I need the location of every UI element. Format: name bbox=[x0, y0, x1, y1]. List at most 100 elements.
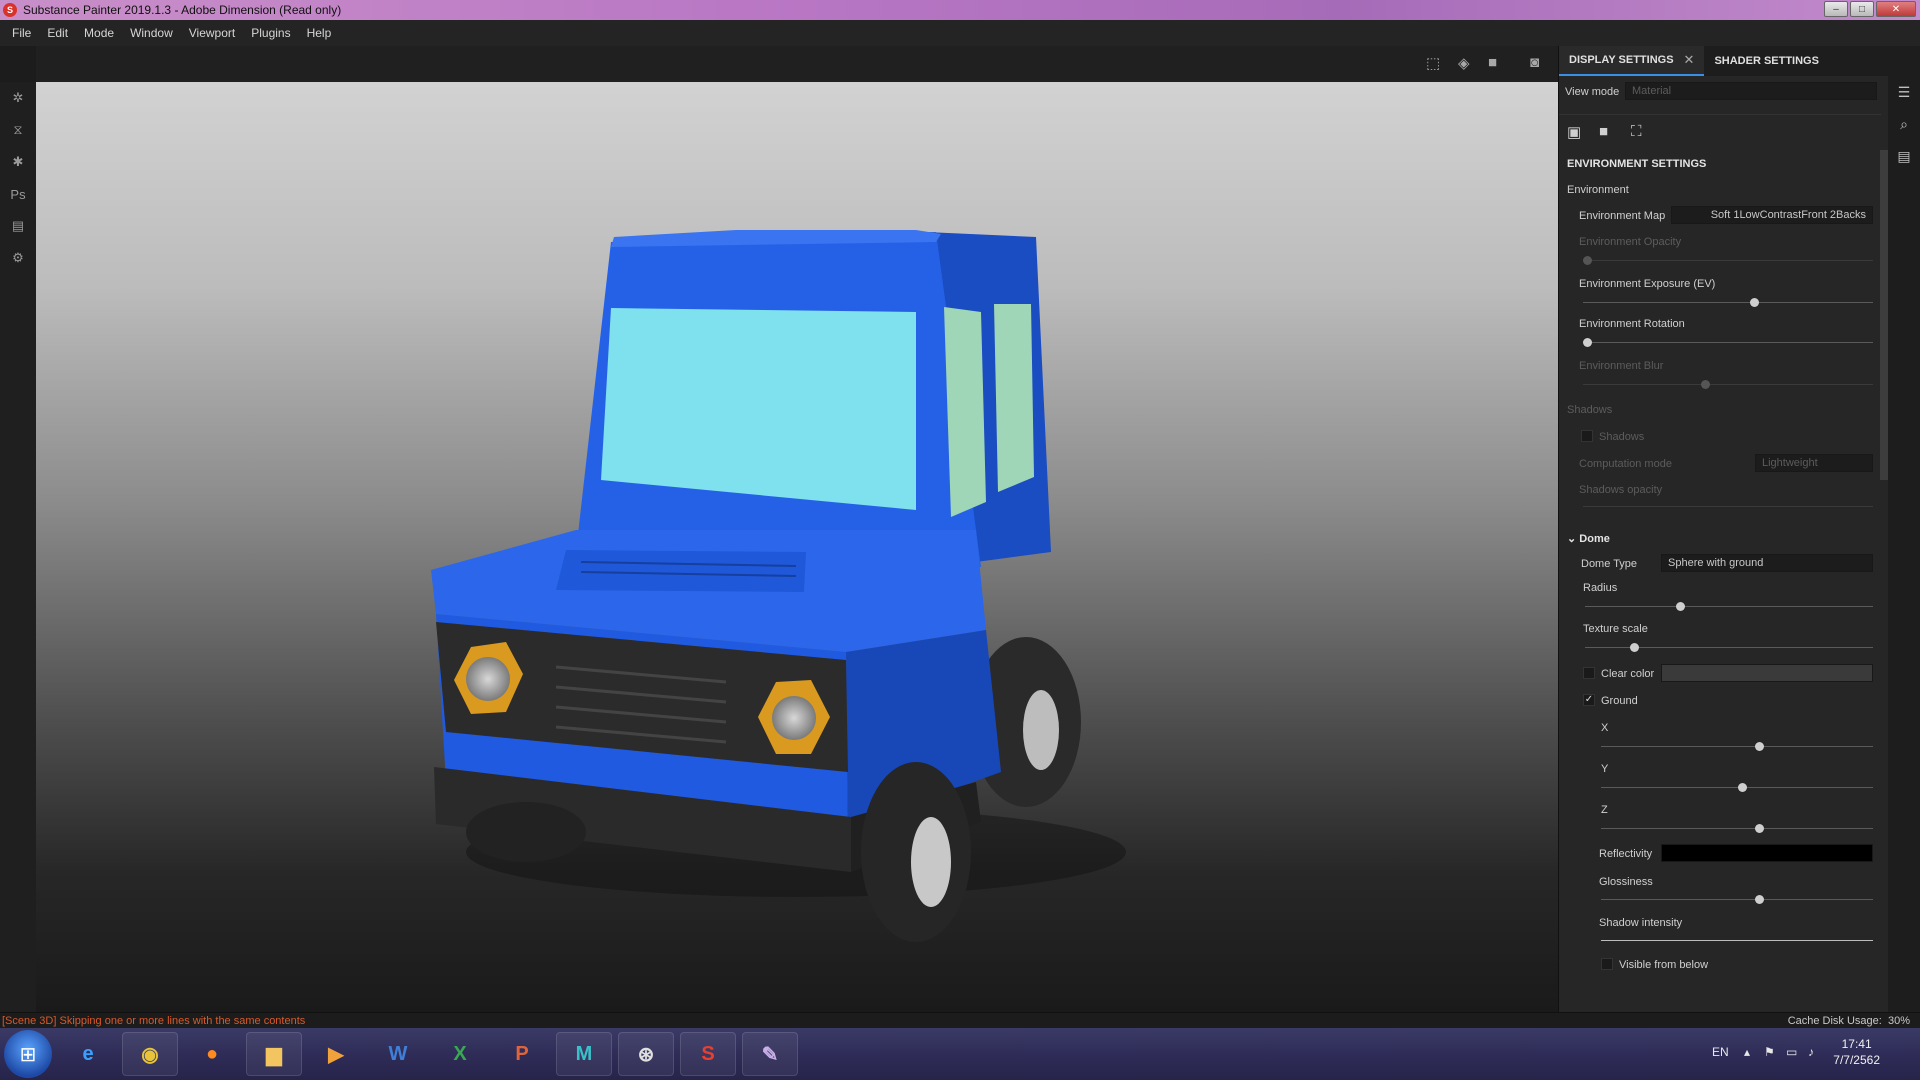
shadows-opacity-slider[interactable] bbox=[1583, 506, 1873, 507]
maximize-button[interactable]: □ bbox=[1850, 1, 1874, 17]
ground-checkbox[interactable]: ✓ bbox=[1583, 694, 1595, 706]
action-center-flag-icon[interactable]: ⚑ bbox=[1764, 1045, 1775, 1059]
excel-icon[interactable]: X bbox=[432, 1032, 488, 1076]
word-letter: W bbox=[388, 1042, 408, 1065]
display-settings-panel: DISPLAY SETTINGS ✕ SHADER SETTINGS View … bbox=[1558, 46, 1888, 1012]
settings-small-icon[interactable]: ✱ bbox=[0, 146, 36, 178]
menu-window[interactable]: Window bbox=[122, 26, 181, 40]
cube-view-icon[interactable]: ◈ bbox=[1458, 54, 1470, 72]
ground-z-slider[interactable] bbox=[1601, 824, 1873, 833]
reflectivity-label: Reflectivity bbox=[1599, 848, 1653, 860]
clear-color-checkbox[interactable] bbox=[1583, 667, 1595, 679]
network-icon[interactable]: ▭ bbox=[1786, 1045, 1797, 1059]
menu-plugins[interactable]: Plugins bbox=[243, 26, 298, 40]
tab-shader-settings[interactable]: SHADER SETTINGS bbox=[1704, 46, 1829, 76]
properties-icon[interactable]: ▤ bbox=[1888, 140, 1920, 172]
maya-icon[interactable]: M bbox=[556, 1032, 612, 1076]
steam-icon[interactable]: ⊛ bbox=[618, 1032, 674, 1076]
photoshop-export-icon[interactable]: Ps bbox=[0, 178, 36, 210]
tab-shader-settings-label: SHADER SETTINGS bbox=[1714, 55, 1819, 67]
language-indicator[interactable]: EN bbox=[1712, 1045, 1729, 1059]
slider-knob[interactable] bbox=[1583, 256, 1592, 265]
slider-knob[interactable] bbox=[1738, 783, 1748, 792]
menu-viewport[interactable]: Viewport bbox=[181, 26, 243, 40]
ground-x-slider[interactable] bbox=[1601, 742, 1873, 751]
screenshot-camera-icon[interactable]: ◙ bbox=[1530, 54, 1539, 71]
clock-date: 7/7/2562 bbox=[1833, 1053, 1880, 1067]
texture-scale-slider[interactable] bbox=[1585, 643, 1873, 652]
computation-mode-dropdown[interactable]: Lightweight bbox=[1755, 454, 1873, 472]
tab-display-settings[interactable]: DISPLAY SETTINGS ✕ bbox=[1559, 46, 1705, 76]
menu-bar: File Edit Mode Window Viewport Plugins H… bbox=[0, 20, 1920, 46]
environment-rotation-slider[interactable] bbox=[1583, 338, 1873, 347]
environment-image-icon[interactable]: ▣ bbox=[1567, 123, 1581, 141]
word-icon[interactable]: W bbox=[370, 1032, 426, 1076]
slider-knob[interactable] bbox=[1754, 742, 1764, 751]
camera-settings-icon[interactable]: ■ bbox=[1599, 123, 1608, 140]
start-button[interactable]: ⊞ bbox=[4, 1030, 52, 1078]
volume-icon[interactable]: ♪ bbox=[1808, 1045, 1814, 1059]
minimize-button[interactable]: ‒ bbox=[1824, 1, 1848, 17]
shadows-checkbox[interactable] bbox=[1581, 430, 1593, 442]
shadows-opacity-label: Shadows opacity bbox=[1579, 484, 1663, 496]
explorer-icon[interactable]: ▆ bbox=[246, 1032, 302, 1076]
paint-icon[interactable]: ✎ bbox=[742, 1032, 798, 1076]
close-tab-icon[interactable]: ✕ bbox=[1684, 52, 1695, 68]
environment-map-field[interactable]: Soft 1LowContrastFront 2Backs bbox=[1671, 206, 1873, 224]
camera-icon[interactable]: ■ bbox=[1488, 54, 1497, 71]
slider-knob[interactable] bbox=[1754, 895, 1764, 904]
firefox-icon[interactable]: ● bbox=[184, 1032, 240, 1076]
clear-color-swatch[interactable] bbox=[1661, 664, 1873, 682]
menu-file[interactable]: File bbox=[4, 26, 39, 40]
dome-type-label: Dome Type bbox=[1581, 558, 1638, 570]
zoom-search-icon[interactable]: ⌕ bbox=[1888, 108, 1920, 140]
dome-type-dropdown[interactable]: Sphere with ground bbox=[1661, 554, 1873, 572]
menu-edit[interactable]: Edit bbox=[39, 26, 76, 40]
texture-scale-label: Texture scale bbox=[1583, 623, 1648, 635]
menu-help[interactable]: Help bbox=[299, 26, 340, 40]
radius-slider[interactable] bbox=[1585, 602, 1873, 611]
3d-viewport[interactable] bbox=[36, 82, 1558, 1012]
display-icon-bar: ▣ ■ ⛶ bbox=[1559, 114, 1881, 148]
substance-painter-icon[interactable]: S bbox=[680, 1032, 736, 1076]
visible-from-below-label: Visible from below bbox=[1619, 959, 1709, 971]
layers-list-icon[interactable]: ☰ bbox=[1888, 76, 1920, 108]
chevron-down-icon: ⌄ bbox=[1567, 533, 1580, 545]
app-window: S Substance Painter 2019.1.3 - Adobe Dim… bbox=[0, 0, 1920, 1080]
gear-icon[interactable]: ⚙ bbox=[0, 242, 36, 274]
frame-icon[interactable]: ⛶ bbox=[1631, 123, 1642, 140]
close-window-button[interactable]: ✕ bbox=[1876, 1, 1916, 17]
document-icon[interactable]: ▤ bbox=[0, 210, 36, 242]
status-message: [Scene 3D] Skipping one or more lines wi… bbox=[2, 1015, 306, 1027]
shadow-intensity-slider[interactable] bbox=[1601, 940, 1873, 941]
environment-group-label: Environment bbox=[1567, 184, 1629, 196]
system-clock[interactable]: 17:41 7/7/2562 bbox=[1833, 1036, 1880, 1068]
environment-exposure-slider[interactable] bbox=[1583, 298, 1873, 307]
left-toolbar: ✲ ⧖ ✱ Ps ▤ ⚙ bbox=[0, 82, 36, 1022]
slider-knob[interactable] bbox=[1676, 602, 1686, 611]
tray-expand-icon[interactable]: ▴ bbox=[1744, 1045, 1750, 1059]
slider-knob[interactable] bbox=[1700, 380, 1710, 389]
panel-scrollbar[interactable] bbox=[1880, 150, 1888, 480]
menu-mode[interactable]: Mode bbox=[76, 26, 122, 40]
slider-knob[interactable] bbox=[1629, 643, 1639, 652]
glossiness-slider[interactable] bbox=[1601, 895, 1873, 904]
view-mode-dropdown[interactable]: Material bbox=[1625, 82, 1877, 100]
environment-blur-slider[interactable] bbox=[1583, 380, 1873, 389]
reflectivity-swatch[interactable] bbox=[1661, 844, 1873, 862]
internet-explorer-icon[interactable]: e bbox=[60, 1032, 116, 1076]
visible-from-below-checkbox[interactable] bbox=[1601, 958, 1613, 970]
dome-section-title[interactable]: ⌄ Dome bbox=[1567, 532, 1610, 545]
chrome-icon[interactable]: ◉ bbox=[122, 1032, 178, 1076]
slider-knob[interactable] bbox=[1583, 338, 1592, 347]
shelf-icon[interactable]: ✲ bbox=[0, 82, 36, 114]
layers-icon[interactable]: ⧖ bbox=[0, 114, 36, 146]
environment-rotation-label: Environment Rotation bbox=[1579, 318, 1685, 330]
powerpoint-icon[interactable]: P bbox=[494, 1032, 550, 1076]
select-frame-icon[interactable]: ⬚ bbox=[1426, 54, 1440, 72]
ground-y-slider[interactable] bbox=[1601, 783, 1873, 792]
slider-knob[interactable] bbox=[1750, 298, 1760, 307]
media-player-icon[interactable]: ▶ bbox=[308, 1032, 364, 1076]
environment-opacity-slider[interactable] bbox=[1583, 256, 1873, 265]
slider-knob[interactable] bbox=[1754, 824, 1764, 833]
